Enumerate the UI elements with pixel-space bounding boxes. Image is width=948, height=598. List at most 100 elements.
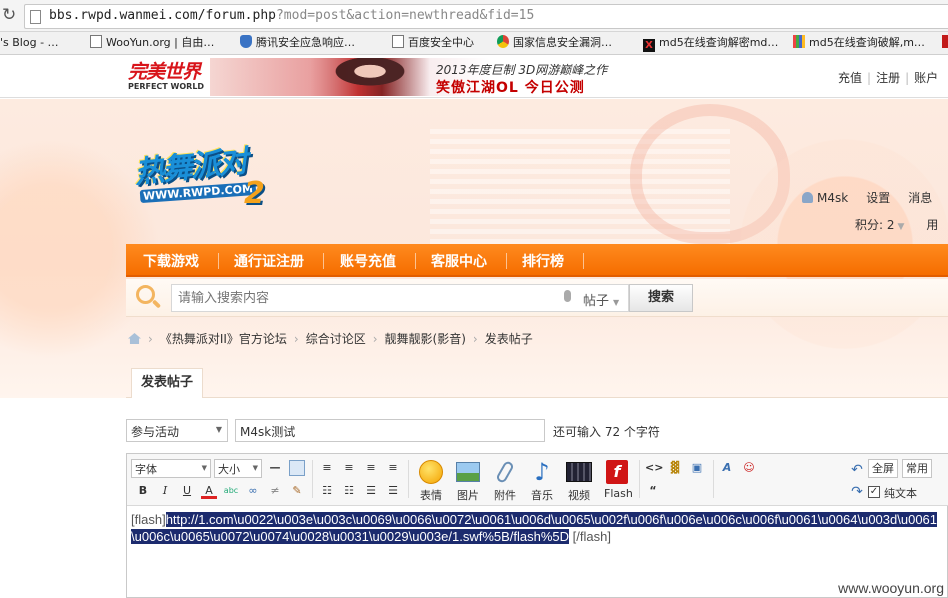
underline-icon[interactable]: U [179,483,195,499]
unlink-icon[interactable]: ≠ [267,483,283,499]
messages-link[interactable]: 消息 [908,191,932,205]
video-icon[interactable] [564,458,594,486]
rwpd-logo[interactable]: 热舞派对 WWW.RWPD.COM 2 [126,134,276,218]
recharge-link[interactable]: 充值 [838,71,862,85]
bookmark-md5-1[interactable]: Xmd5在线查询解密md… [643,35,778,52]
table-icon[interactable] [289,460,305,476]
horizontal-rule-icon[interactable]: — [267,460,283,476]
image-label[interactable]: 图片 [457,487,479,503]
search-button[interactable]: 搜索 [629,284,693,312]
quote-icon[interactable]: “ [645,483,661,499]
image-icon[interactable] [453,458,483,486]
align-justify-icon[interactable]: ≡ [385,460,401,476]
breadcrumb-section[interactable]: 综合讨论区 [306,332,366,346]
align-center-icon[interactable]: ≡ [341,460,357,476]
bookmark-baidu[interactable]: 百度安全中心 [392,35,474,51]
undo-icon[interactable]: ↶ [849,462,865,478]
post-content-textarea[interactable]: [flash]http://1.com\u0022\u003e\u003c\u0… [131,511,943,545]
bookmark-wooyun[interactable]: WooYun.org | 自由… [90,35,214,51]
search-type-select[interactable]: 帖子 ▼ [579,284,629,312]
italic-icon[interactable]: I [157,483,173,499]
category-select[interactable]: 参与活动 ▼ [126,419,228,442]
search-bar: 帖子▼ 搜索 [126,279,948,317]
search-type-label: 帖子 [583,294,610,309]
align-right-icon[interactable]: ≡ [363,460,379,476]
reload-icon[interactable]: ↻ [2,5,16,25]
flash-open-tag: [flash] [131,512,166,527]
flash-label[interactable]: Flash [604,487,633,500]
account-link[interactable]: 账户 [914,71,938,85]
address-bar[interactable]: bbs.rwpd.wanmei.com/forum.php?mod=post&a… [24,4,948,29]
nav-divider [583,253,584,269]
breadcrumb: › 《热舞派对II》官方论坛 › 综合讨论区 › 靓舞靓影(影音) › 发表帖子 [128,330,533,347]
bookmark-cnvd[interactable]: 国家信息安全漏洞… [497,35,612,51]
plain-text-label[interactable]: 纯文本 [884,485,917,501]
url-text[interactable]: bbs.rwpd.wanmei.com/forum.php?mod=post&a… [49,8,534,23]
bold-icon[interactable]: B [135,483,151,499]
username-link[interactable]: M4sk [817,191,848,205]
flash-close-tag: [/flash] [572,529,611,544]
toolbar-divider [408,460,409,498]
credits-dropdown[interactable]: 积分: 2 [855,218,895,232]
register-link[interactable]: 注册 [876,71,900,85]
common-button[interactable]: 常用 [902,459,932,478]
emoticon-label[interactable]: 表情 [420,487,442,503]
fullscreen-button[interactable]: 全屏 [868,459,898,478]
ordered-list-icon[interactable]: ☰ [363,483,379,499]
attachment-label[interactable]: 附件 [494,487,516,503]
nav-support[interactable]: 客服中心 [431,251,487,271]
music-icon[interactable]: ♪ [527,458,557,486]
plain-text-checkbox[interactable]: ✓ [868,486,880,498]
attachment-icon[interactable] [490,458,520,486]
breadcrumb-board[interactable]: 靓舞靓影(影音) [385,332,466,346]
logo-number: 2 [244,176,265,211]
perfect-world-logo[interactable]: 完美世界 PERFECT WORLD [128,62,208,91]
float-right-icon[interactable]: ☷ [341,483,357,499]
font-style-icon[interactable]: A [719,460,735,476]
user-more-link[interactable]: 用 [926,218,938,232]
video-label[interactable]: 视频 [568,487,590,503]
qq-icon[interactable]: ☺ [741,460,757,476]
page-icon [90,35,102,48]
ad-banner[interactable]: 2013年度巨制 3D网游巅峰之作 笑傲江湖OL 今日公测 [210,58,610,96]
free-icon[interactable]: ▣ [689,460,705,476]
tab-new-post[interactable]: 发表帖子 [131,368,203,398]
hide-icon[interactable]: ▓ [667,460,683,476]
link-icon[interactable]: ∞ [245,483,261,499]
watermark: www.wooyun.org [838,580,944,596]
nav-download[interactable]: 下载游戏 [143,251,199,271]
font-size-select[interactable]: 大小 ▼ [214,459,262,478]
bookmark-tencent[interactable]: 腾讯安全应急响应… [240,35,355,51]
clear-format-icon[interactable]: ✎ [289,483,305,499]
banner-tagline: 2013年度巨制 3D网游巅峰之作 [436,63,608,77]
unordered-list-icon[interactable]: ☰ [385,483,401,499]
text-color-icon[interactable]: A [201,483,217,499]
microphone-icon[interactable] [564,290,571,302]
code-icon[interactable]: <> [645,460,663,476]
chevron-down-icon: ▼ [897,222,905,232]
breadcrumb-forum[interactable]: 《热舞派对II》官方论坛 [160,332,287,346]
search-input[interactable] [171,284,581,312]
home-icon[interactable] [128,333,141,344]
banner-image [310,58,430,96]
title-input[interactable]: M4sk测试 [235,419,545,442]
music-label[interactable]: 音乐 [531,487,553,503]
brand-cn: 完美世界 [128,61,201,83]
bookmark-md5-2[interactable]: md5在线查询破解,m… [793,35,925,51]
redo-icon[interactable]: ↷ [849,484,865,500]
category-value: 参与活动 [131,425,180,439]
page-icon [30,10,41,24]
bookmark-blog[interactable]: 's Blog - … [0,35,59,51]
editor-toolbar: 字体 ▼ 大小 ▼ — B I U A abc ∞ ≠ ✎ ≡ ≡ ≡ ≡ ☷ ☷ … [127,454,948,506]
background-color-icon[interactable]: abc [223,483,239,499]
font-family-select[interactable]: 字体 ▼ [131,459,211,478]
nav-recharge[interactable]: 账号充值 [340,251,396,271]
bookmark-red[interactable] [942,35,948,51]
flash-icon[interactable]: f [602,458,632,486]
settings-link[interactable]: 设置 [866,191,890,205]
float-left-icon[interactable]: ☷ [319,483,335,499]
nav-ranking[interactable]: 排行榜 [522,251,564,271]
align-left-icon[interactable]: ≡ [319,460,335,476]
emoticon-icon[interactable] [416,458,446,486]
nav-register[interactable]: 通行证注册 [234,251,304,271]
